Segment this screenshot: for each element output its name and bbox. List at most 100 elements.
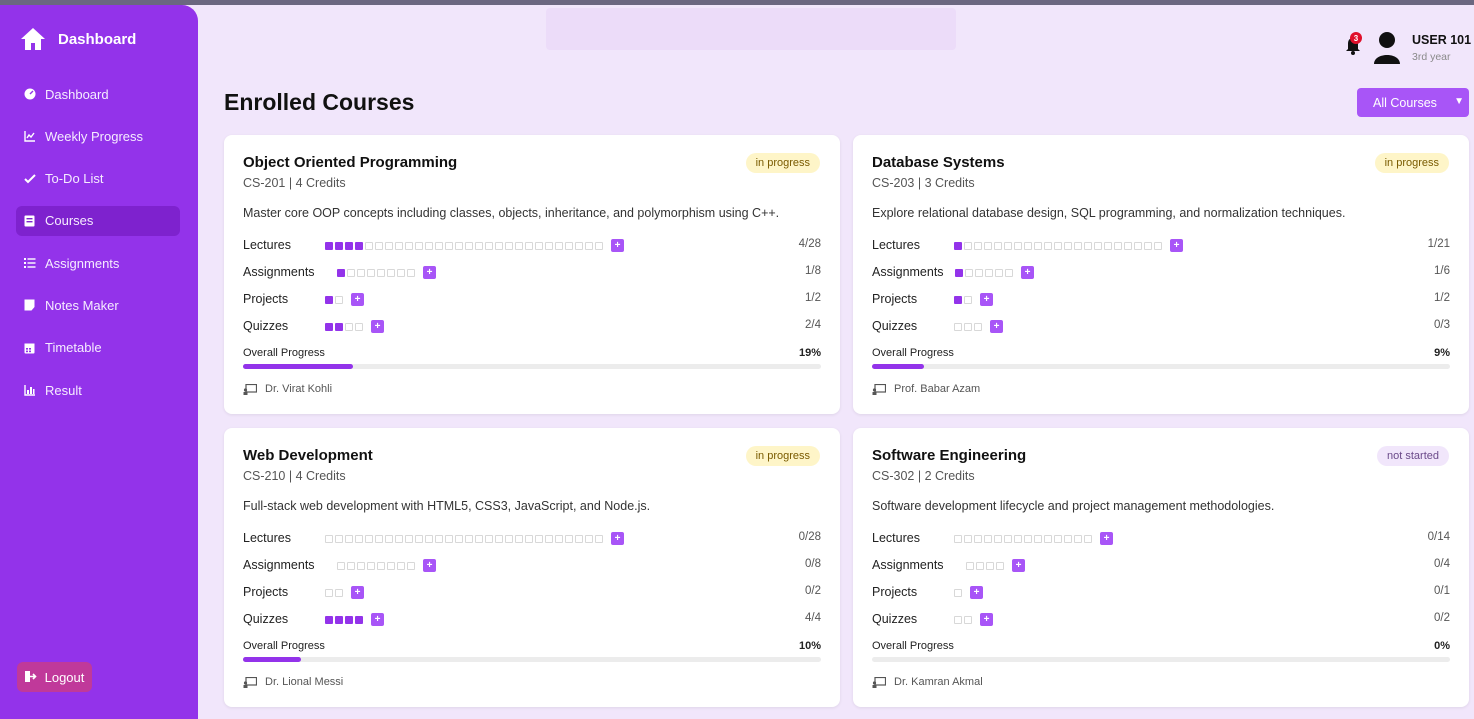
progress-box-empty [337,561,345,570]
sidebar-item-label: Result [45,382,82,398]
progress-box-empty [455,534,463,543]
progress-row-count: 1/2 [805,292,821,304]
user-year: 3rd year [1412,51,1451,63]
course-card[interactable]: Database Systems CS-203 | 3 Credits in pro… [853,135,1469,414]
progress-box-empty [495,241,503,250]
course-card[interactable]: Software Engineering CS-302 | 2 Credits no… [853,428,1469,707]
progress-box-empty [1044,534,1052,543]
progress-box-empty [1034,534,1042,543]
progress-box-empty [974,322,982,331]
add-progress-button[interactable]: + [423,266,436,279]
overall-progress-fill [243,364,353,369]
progress-box-empty [1004,534,1012,543]
progress-box-empty [1064,241,1072,250]
notification-button[interactable]: 3 [1344,32,1362,56]
progress-box-empty [964,295,972,304]
progress-row-count: 0/8 [805,558,821,570]
avatar[interactable] [1372,30,1402,64]
progress-box-empty [405,534,413,543]
progress-box-empty [445,241,453,250]
progress-box-empty [964,534,972,543]
course-description: Software development lifecycle and proje… [872,499,1275,513]
sidebar-item-dashboard[interactable]: Dashboard [16,79,180,109]
progress-row-count: 0/14 [1427,531,1450,543]
logout-label: Logout [44,669,85,685]
status-badge: not started [1377,446,1449,466]
notification-badge: 3 [1350,32,1362,44]
logout-icon [24,670,37,685]
progress-box-empty [1044,241,1052,250]
add-progress-button[interactable]: + [1012,559,1025,572]
progress-row-count: 0/2 [805,585,821,597]
progress-box-empty [954,615,962,624]
progress-row: Assignments +1/8 [243,264,821,280]
progress-box-empty [595,241,603,250]
progress-box-empty [407,268,415,277]
progress-boxes: + [325,586,364,599]
progress-box-empty [964,241,972,250]
sidebar-item-todo-list[interactable]: To-Do List [16,164,180,194]
sidebar-item-courses[interactable]: Courses [16,205,180,236]
course-code: CS-302 | 2 Credits [872,469,975,483]
progress-box-done [954,295,962,304]
overall-progress-label: Overall Progress [243,347,325,359]
add-progress-button[interactable]: + [980,613,993,626]
sidebar-item-weekly-progress[interactable]: Weekly Progress [16,121,180,151]
instructor: Dr. Kamran Akmal [872,676,983,688]
add-progress-button[interactable]: + [1170,239,1183,252]
add-progress-button[interactable]: + [351,586,364,599]
add-progress-button[interactable]: + [1100,532,1113,545]
add-progress-button[interactable]: + [371,613,384,626]
sidebar-item-result[interactable]: Result [16,375,180,405]
sidebar-item-timetable[interactable]: Timetable [16,333,180,363]
progress-box-empty [976,561,984,570]
progress-box-empty [954,534,962,543]
progress-boxes: + [337,266,436,279]
course-card[interactable]: Object Oriented Programming CS-201 | 4 Cr… [224,135,840,414]
add-progress-button[interactable]: + [423,559,436,572]
add-progress-button[interactable]: + [990,320,1003,333]
course-description: Explore relational database design, SQL … [872,206,1346,220]
progress-box-empty [455,241,463,250]
add-progress-button[interactable]: + [371,320,384,333]
sidebar-item-label: Weekly Progress [45,128,144,144]
progress-box-empty [1014,534,1022,543]
add-progress-button[interactable]: + [980,293,993,306]
progress-row: Lectures +4/28 [243,237,821,253]
add-progress-button[interactable]: + [970,586,983,599]
progress-row-count: 4/4 [805,612,821,624]
overall-progress: Overall Progress 0% [872,640,1450,662]
progress-box-empty [377,268,385,277]
progress-box-empty [1034,241,1042,250]
progress-box-empty [325,534,333,543]
progress-box-empty [425,534,433,543]
progress-box-done [335,615,343,624]
progress-row-label: Projects [243,585,289,599]
progress-box-empty [1004,241,1012,250]
instructor: Prof. Babar Azam [872,383,980,395]
progress-box-empty [505,534,513,543]
calendar-icon [23,341,36,354]
progress-box-empty [1024,534,1032,543]
progress-box-empty [535,241,543,250]
progress-box-empty [954,322,962,331]
brand[interactable]: Dashboard [20,27,136,51]
progress-box-empty [365,534,373,543]
course-card[interactable]: Web Development CS-210 | 4 Credits in prog… [224,428,840,707]
course-filter-select[interactable]: All Courses ▼ [1357,88,1469,117]
add-progress-button[interactable]: + [611,532,624,545]
add-progress-button[interactable]: + [611,239,624,252]
progress-boxes: + [954,586,983,599]
progress-box-done [325,295,333,304]
sidebar-item-notes-maker[interactable]: Notes Maker [16,290,180,320]
instructor-name: Dr. Kamran Akmal [894,676,983,688]
progress-row-count: 0/1 [1434,585,1450,597]
teacher-icon [872,676,886,688]
add-progress-button[interactable]: + [351,293,364,306]
progress-box-empty [1074,534,1082,543]
add-progress-button[interactable]: + [1021,266,1034,279]
progress-box-empty [405,241,413,250]
sidebar-item-assignments[interactable]: Assignments [16,248,180,278]
logout-button[interactable]: Logout [17,662,92,692]
progress-box-empty [995,268,1003,277]
